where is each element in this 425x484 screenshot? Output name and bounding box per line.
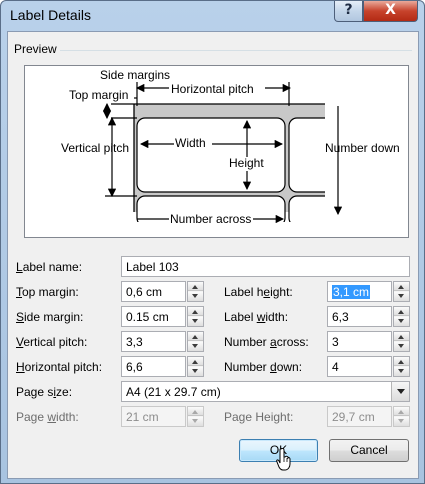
page-size-select[interactable]: A4 (21 x 29.7 cm) xyxy=(121,381,410,402)
page-width-input: 21 cm xyxy=(121,406,186,427)
height-caption: Height xyxy=(229,156,264,170)
top-margin-input[interactable]: 0,6 cm xyxy=(121,281,186,302)
top-margin-label: Top margin: xyxy=(16,285,79,299)
page-height-spinner xyxy=(393,406,410,427)
page-size-label: Page size: xyxy=(16,385,73,399)
label-height-spinner[interactable] xyxy=(393,281,410,302)
number-down-input[interactable]: 4 xyxy=(327,356,392,377)
width-caption: Width xyxy=(175,136,206,150)
vertical-pitch-label: Vertical pitch: xyxy=(16,335,88,349)
chevron-down-icon[interactable] xyxy=(391,382,409,401)
horizontal-pitch-input[interactable]: 6,6 xyxy=(121,356,186,377)
spin-up-icon[interactable] xyxy=(394,282,409,291)
label-height-label: Label height: xyxy=(224,285,293,299)
spin-down-icon xyxy=(394,417,409,426)
horizontal-pitch-caption: Horizontal pitch xyxy=(171,82,254,96)
number-across-input[interactable]: 3 xyxy=(327,331,392,352)
horizontal-pitch-spinner[interactable] xyxy=(187,356,204,377)
label-width-input[interactable]: 6,3 xyxy=(327,306,392,327)
label-details-dialog: Label Details ? X Preview Side margins T… xyxy=(0,0,425,484)
number-across-label: Number across: xyxy=(224,335,309,349)
spin-up-icon[interactable] xyxy=(188,357,203,366)
spin-down-icon[interactable] xyxy=(188,292,203,301)
preview-diagram: Side margins Top margin Horizontal pitch… xyxy=(24,65,409,238)
spin-up-icon[interactable] xyxy=(188,307,203,316)
page-width-label: Page width: xyxy=(16,410,79,424)
spin-up-icon xyxy=(394,407,409,416)
close-button[interactable]: X xyxy=(363,1,418,22)
label-height-input[interactable]: 3,1 cm xyxy=(327,281,392,302)
top-margin-caption: Top margin xyxy=(69,88,128,102)
label-width-spinner[interactable] xyxy=(393,306,410,327)
number-down-caption: Number down xyxy=(325,141,400,155)
spin-down-icon[interactable] xyxy=(188,367,203,376)
vertical-pitch-input[interactable]: 3,3 xyxy=(121,331,186,352)
page-height-input: 29,7 cm xyxy=(327,406,392,427)
spin-up-icon[interactable] xyxy=(394,307,409,316)
hand-cursor-icon xyxy=(276,448,291,471)
label-width-label: Label width: xyxy=(224,310,289,324)
number-down-spinner[interactable] xyxy=(393,356,410,377)
page-height-label: Page Height: xyxy=(224,410,294,424)
spin-up-icon[interactable] xyxy=(394,332,409,341)
help-icon: ? xyxy=(344,2,353,18)
number-down-label: Number down: xyxy=(224,360,303,374)
number-across-spinner[interactable] xyxy=(393,331,410,352)
spin-down-icon[interactable] xyxy=(394,317,409,326)
side-margin-input[interactable]: 0.15 cm xyxy=(121,306,186,327)
close-icon: X xyxy=(385,2,396,18)
spin-down-icon[interactable] xyxy=(394,292,409,301)
spin-up-icon[interactable] xyxy=(188,332,203,341)
dialog-body: Preview Side margins Top margin Horizont… xyxy=(7,31,419,479)
cancel-button[interactable]: Cancel xyxy=(329,439,409,462)
label-name-input[interactable]: Label 103 xyxy=(121,256,410,277)
spin-up-icon[interactable] xyxy=(394,357,409,366)
number-across-caption: Number across xyxy=(170,212,251,226)
side-margin-spinner[interactable] xyxy=(187,306,204,327)
spin-down-icon[interactable] xyxy=(394,367,409,376)
help-button[interactable]: ? xyxy=(334,1,363,22)
dialog-title: Label Details xyxy=(10,7,91,23)
spin-down-icon xyxy=(188,417,203,426)
spin-down-icon[interactable] xyxy=(188,317,203,326)
page-size-value: A4 (21 x 29.7 cm) xyxy=(126,385,221,399)
spin-up-icon xyxy=(188,407,203,416)
side-margins-caption: Side margins xyxy=(100,68,170,82)
horizontal-pitch-label: Horizontal pitch: xyxy=(16,360,103,374)
label-height-value: 3,1 cm xyxy=(332,285,371,299)
spin-down-icon[interactable] xyxy=(188,342,203,351)
spin-down-icon[interactable] xyxy=(394,342,409,351)
vertical-pitch-spinner[interactable] xyxy=(187,331,204,352)
page-width-spinner xyxy=(187,406,204,427)
vertical-pitch-caption: Vertical pitch xyxy=(61,141,129,155)
label-layout-diagram: Side margins Top margin Horizontal pitch… xyxy=(61,68,400,237)
label-name-label: Label name: xyxy=(16,260,83,274)
top-margin-spinner[interactable] xyxy=(187,281,204,302)
side-margin-label: Side margin: xyxy=(16,310,84,324)
spin-up-icon[interactable] xyxy=(188,282,203,291)
preview-group-divider xyxy=(60,50,412,51)
preview-group-label: Preview xyxy=(14,42,57,56)
